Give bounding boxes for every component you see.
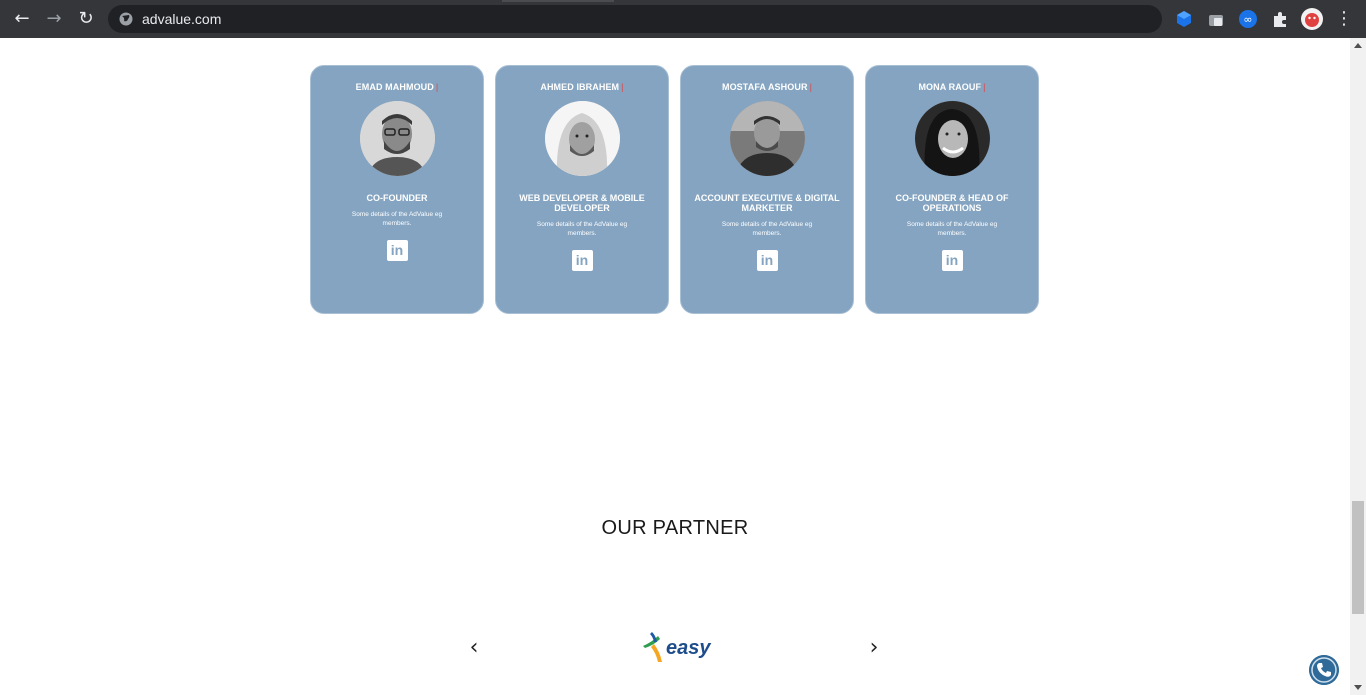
member-description: Some details of the AdValue eg members. — [351, 211, 443, 227]
linkedin-icon[interactable]: in — [386, 240, 408, 261]
phone-icon[interactable] — [1309, 655, 1339, 685]
infinity-icon[interactable]: ∞ — [1238, 9, 1258, 29]
svg-text:∞: ∞ — [1243, 13, 1252, 26]
back-button[interactable]: ← — [10, 7, 34, 31]
member-name: MOSTAFA ASHOUR | — [721, 82, 813, 92]
avatar[interactable] — [1301, 8, 1323, 30]
carousel-next-button[interactable]: › — [866, 636, 882, 660]
forward-button[interactable]: → — [42, 7, 66, 31]
browser-toolbar: ← → ↻ advalue.com ∞ ⋮ — [0, 0, 1366, 38]
gift-icon[interactable] — [1206, 9, 1226, 29]
scroll-up-icon[interactable] — [1354, 43, 1362, 48]
page-content: EMAD MAHMOUD | CO-FOUNDER Some details of… — [0, 38, 1350, 695]
member-name: MONA RAOUF | — [918, 82, 986, 92]
url-text: advalue.com — [142, 11, 222, 27]
carousel-prev-button[interactable]: ‹ — [466, 636, 482, 660]
member-photo — [544, 101, 620, 176]
member-photo — [914, 101, 990, 176]
browser-menu-icon[interactable]: ⋮ — [1334, 9, 1354, 29]
scrollbar-thumb[interactable] — [1352, 501, 1364, 614]
page-scrollbar[interactable] — [1350, 38, 1366, 695]
address-bar[interactable]: advalue.com — [108, 5, 1162, 33]
member-role: ACCOUNT EXECUTIVE & DIGITAL MARKETER — [694, 193, 840, 213]
linkedin-icon[interactable]: in — [756, 250, 778, 271]
linkedin-icon[interactable]: in — [571, 250, 593, 271]
team-card: AHMED IBRAHEM | WEB DEVELOPER & MOBILE DE… — [495, 65, 669, 314]
member-role: CO-FOUNDER — [366, 193, 428, 203]
linkedin-icon[interactable]: in — [941, 250, 963, 271]
team-card: EMAD MAHMOUD | CO-FOUNDER Some details of… — [310, 65, 484, 314]
member-photo — [359, 101, 435, 176]
member-role: CO-FOUNDER & HEAD OF OPERATIONS — [895, 193, 1009, 213]
active-tab-indicator — [502, 0, 614, 2]
member-name: EMAD MAHMOUD | — [355, 82, 439, 92]
scroll-down-icon[interactable] — [1354, 685, 1362, 690]
team-card: MONA RAOUF | CO-FOUNDER & HEAD OF OPERATI… — [865, 65, 1039, 314]
svg-text:easy: easy — [666, 637, 711, 659]
puzzle-icon[interactable] — [1270, 9, 1290, 29]
team-card: MOSTAFA ASHOUR | ACCOUNT EXECUTIVE & DIGI… — [680, 65, 854, 314]
partner-logo[interactable]: easy — [640, 628, 712, 664]
cube-icon[interactable] — [1174, 9, 1194, 29]
member-description: Some details of the AdValue eg members. — [536, 221, 628, 237]
partner-section-title: OUR PARTNER — [601, 517, 749, 539]
site-info-icon[interactable] — [119, 12, 133, 26]
member-description: Some details of the AdValue eg members. — [721, 221, 813, 237]
member-name: AHMED IBRAHEM | — [540, 82, 624, 92]
reload-button[interactable]: ↻ — [74, 7, 98, 31]
member-role: WEB DEVELOPER & MOBILE DEVELOPER — [519, 193, 645, 213]
member-photo — [729, 101, 805, 176]
member-description: Some details of the AdValue eg members. — [906, 221, 998, 237]
team-cards: EMAD MAHMOUD | CO-FOUNDER Some details of… — [310, 65, 1039, 314]
